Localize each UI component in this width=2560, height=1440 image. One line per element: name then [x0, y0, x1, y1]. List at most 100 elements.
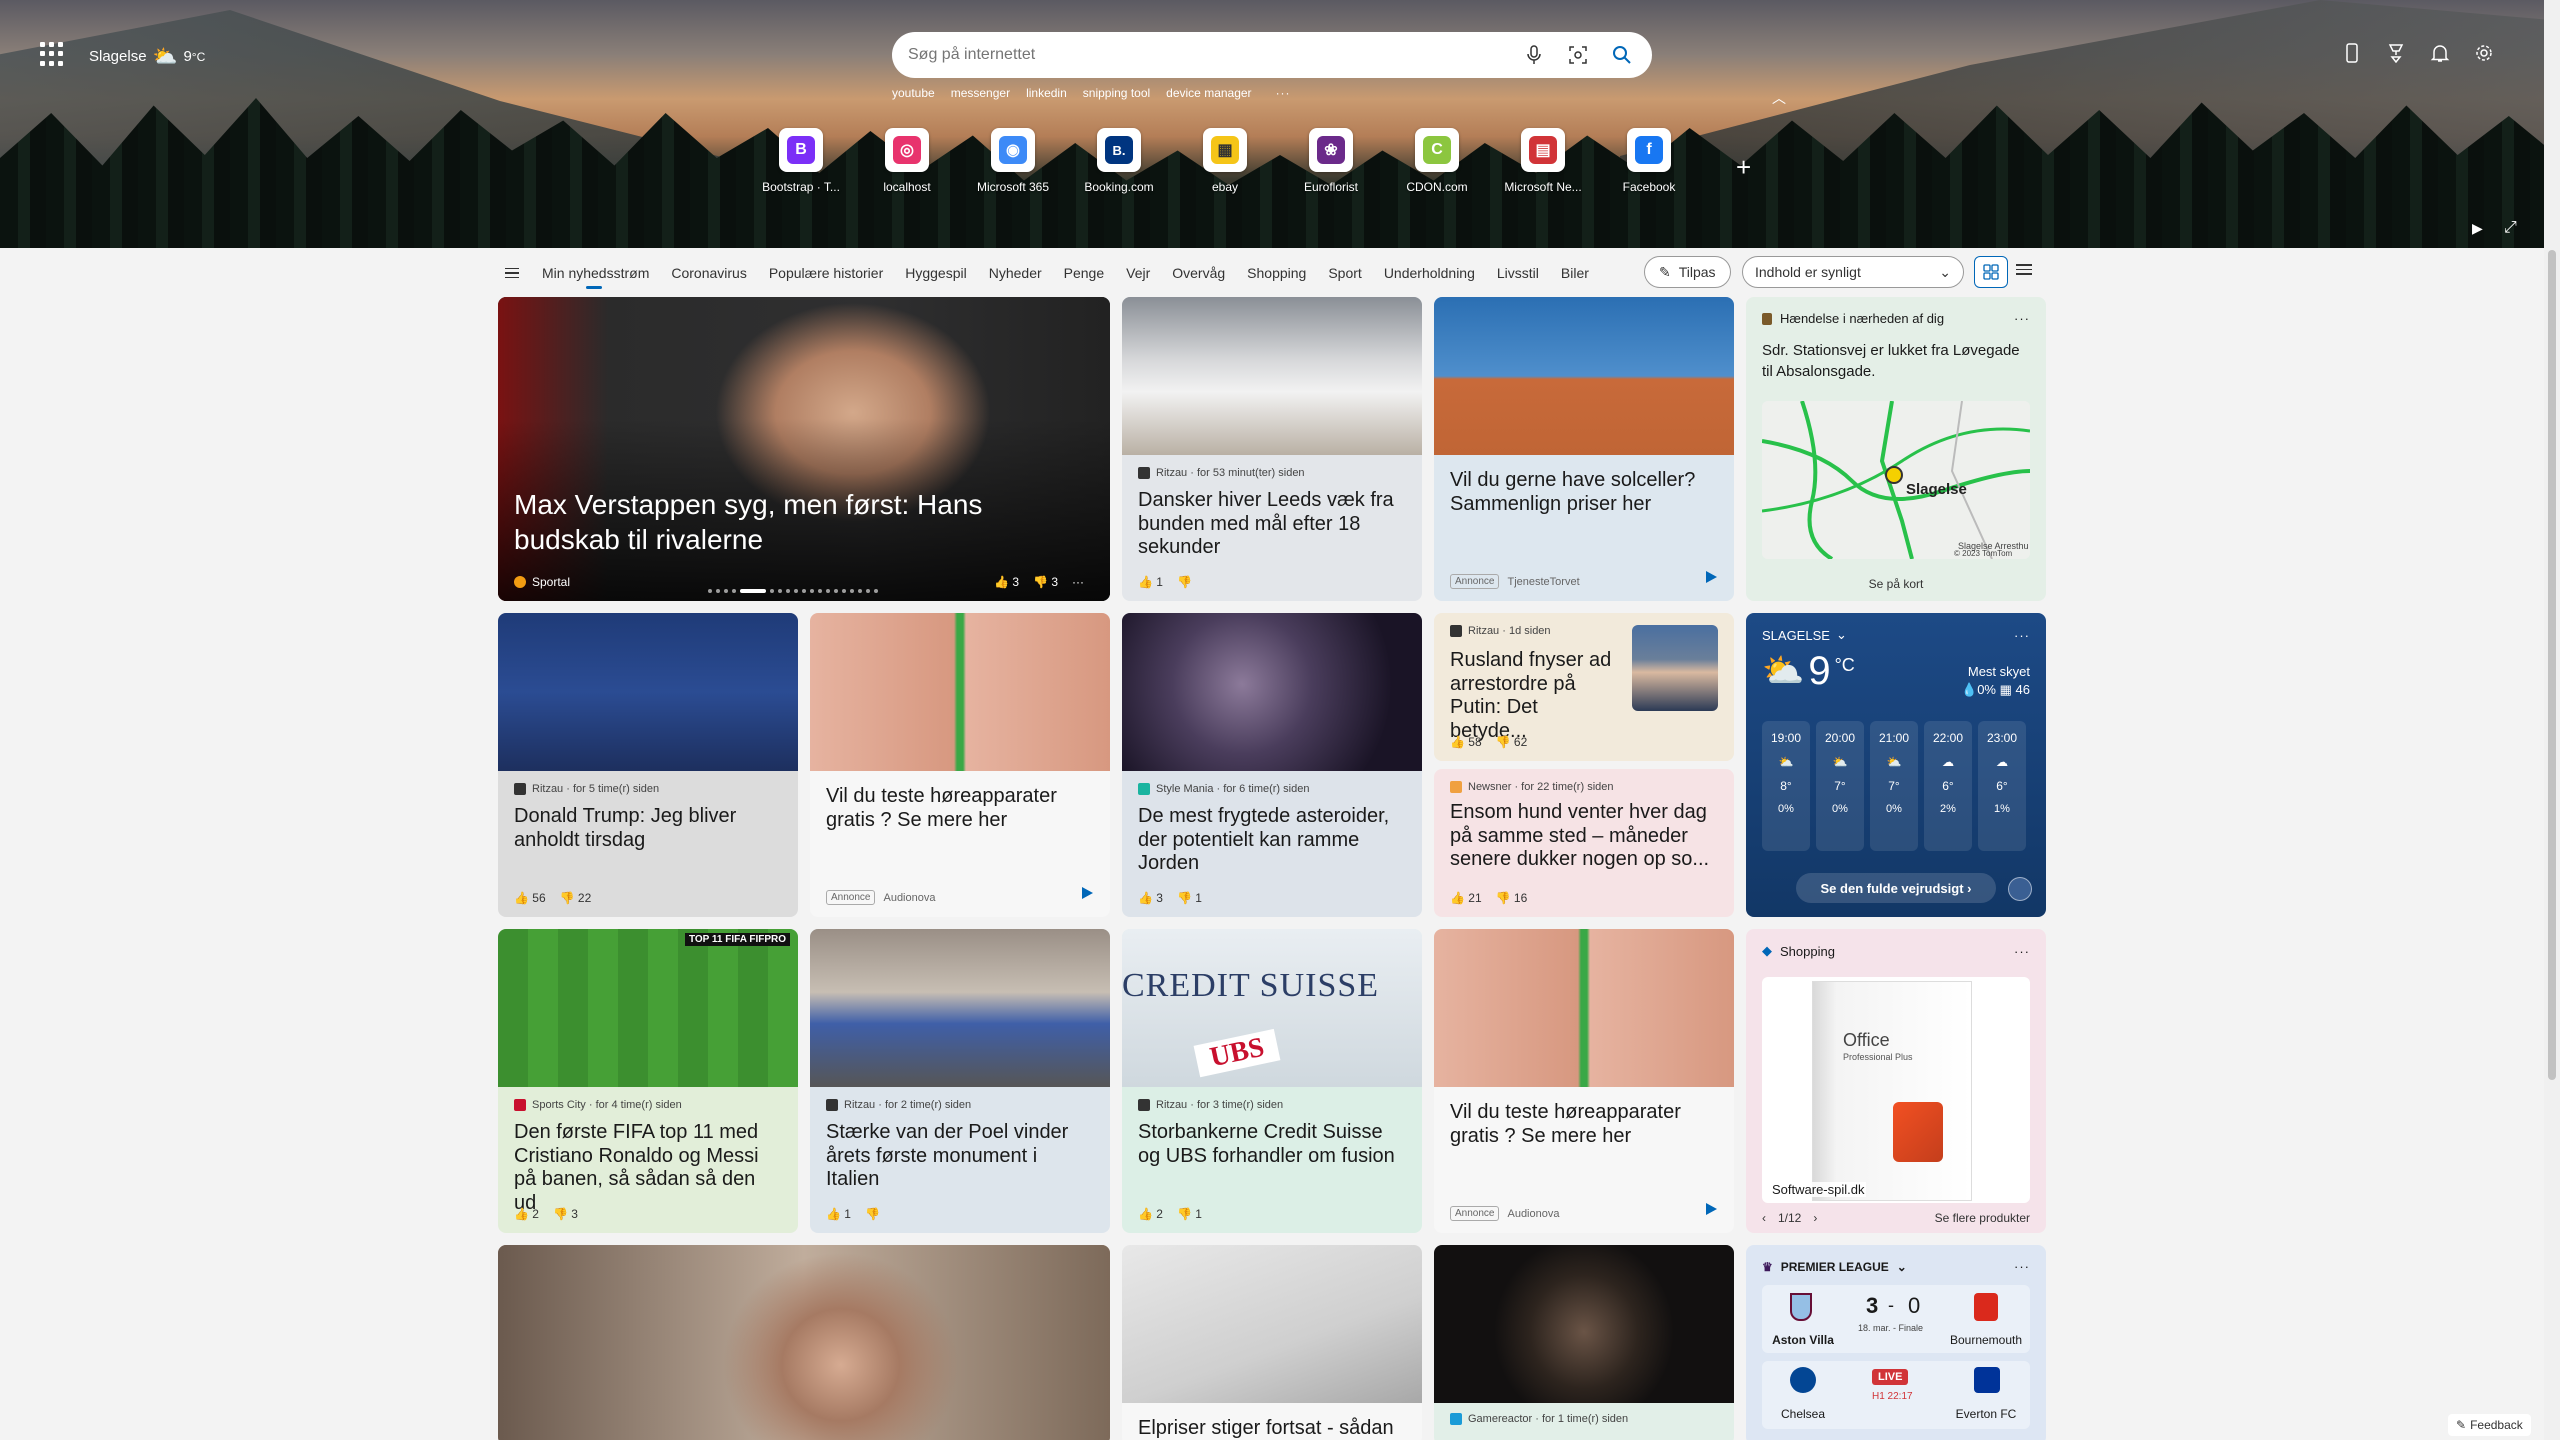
- ad-card-hearing[interactable]: Vil du teste høreapparater gratis ? Se m…: [810, 613, 1110, 917]
- tab-penge[interactable]: Penge: [1064, 265, 1104, 281]
- page-scrollbar[interactable]: [2544, 0, 2560, 1440]
- ad-choices-icon[interactable]: [1080, 886, 1094, 905]
- premier-league-widget[interactable]: ♛ PREMIER LEAGUE ⌄ ··· Aston Villa 3 - 0 1…: [1746, 1245, 2046, 1440]
- chevron-up-icon[interactable]: ︿: [1772, 88, 1786, 108]
- hourly-item[interactable]: 19:00 ⛅ 8° 0%: [1762, 721, 1810, 851]
- more-options-button[interactable]: ···: [2014, 944, 2030, 959]
- dislike-button[interactable]: 👎 16: [1496, 891, 1528, 905]
- dislike-button[interactable]: 👎 62: [1496, 735, 1528, 749]
- top-site-tile[interactable]: ◎ localhost: [854, 128, 960, 194]
- news-card-fifa[interactable]: TOP 11 FIFA FIFPRO Sports City · for 4 t…: [498, 929, 798, 1233]
- bell-icon[interactable]: [2428, 40, 2452, 66]
- more-options-button[interactable]: ···: [2014, 628, 2030, 643]
- weather-avatar-icon[interactable]: [2008, 877, 2032, 901]
- play-icon[interactable]: ▶: [2472, 220, 2483, 237]
- phone-icon[interactable]: [2340, 40, 2364, 66]
- tab-hyggespil[interactable]: Hyggespil: [905, 265, 966, 281]
- news-card-putin[interactable]: Ritzau · 1d siden Rusland fnyser ad arre…: [1434, 613, 1734, 761]
- top-site-tile[interactable]: B. Booking.com: [1066, 128, 1172, 194]
- hero-news-card[interactable]: Max Verstappen syg, men først: Hans buds…: [498, 297, 1110, 601]
- top-site-tile[interactable]: ◉ Microsoft 365: [960, 128, 1066, 194]
- top-site-tile[interactable]: C CDON.com: [1384, 128, 1490, 194]
- more-options-button[interactable]: ···: [2014, 311, 2030, 326]
- search-bar[interactable]: [892, 32, 1652, 78]
- news-card-portrait[interactable]: [498, 1245, 1110, 1440]
- search-icon[interactable]: [1606, 39, 1638, 71]
- like-button[interactable]: 👍 2: [514, 1207, 539, 1221]
- list-view-icon[interactable]: [2016, 264, 2032, 275]
- ad-card-hearing-2[interactable]: Vil du teste høreapparater gratis ? Se m…: [1434, 929, 1734, 1233]
- shopping-widget[interactable]: ◆ Shopping ··· Office Professional Plus S…: [1746, 929, 2046, 1233]
- more-options-button[interactable]: ···: [1072, 575, 1084, 589]
- dislike-button[interactable]: 👎 3: [553, 1207, 578, 1221]
- traffic-map[interactable]: Slagelse Slagelse Arresthu © 2023 TomTom: [1762, 401, 2030, 559]
- feedback-button[interactable]: ✎ Feedback: [2448, 1414, 2531, 1436]
- top-site-tile[interactable]: ▤ Microsoft Ne...: [1490, 128, 1596, 194]
- tab-livsstil[interactable]: Livsstil: [1497, 265, 1539, 281]
- top-site-tile[interactable]: ▦ ebay: [1172, 128, 1278, 194]
- rewards-icon[interactable]: [2384, 40, 2408, 66]
- news-card-leeds[interactable]: Ritzau · for 53 minut(ter) siden Dansker…: [1122, 297, 1422, 601]
- top-site-tile[interactable]: B Bootstrap · T...: [748, 128, 854, 194]
- like-button[interactable]: 👍 21: [1450, 891, 1482, 905]
- tab-nyheder[interactable]: Nyheder: [989, 265, 1042, 281]
- app-launcher-button[interactable]: [40, 42, 64, 66]
- add-site-button[interactable]: +: [1736, 152, 1751, 183]
- dislike-button[interactable]: 👎 3: [1033, 575, 1058, 589]
- dislike-button[interactable]: 👎: [865, 1207, 880, 1221]
- more-options-button[interactable]: ···: [2014, 1259, 2030, 1274]
- news-card-asteroid[interactable]: Style Mania · for 6 time(r) siden De mes…: [1122, 613, 1422, 917]
- quick-link[interactable]: messenger: [951, 86, 1010, 100]
- news-card-poel[interactable]: Ritzau · for 2 time(r) siden Stærke van …: [810, 929, 1110, 1233]
- hourly-item[interactable]: 20:00 ⛅ 7° 0%: [1816, 721, 1864, 851]
- news-card-dog[interactable]: Newsner · for 22 time(r) siden Ensom hun…: [1434, 769, 1734, 917]
- dislike-button[interactable]: 👎: [1177, 575, 1192, 589]
- see-on-map-link[interactable]: Se på kort: [1746, 577, 2046, 591]
- tab-coronavirus[interactable]: Coronavirus: [671, 265, 746, 281]
- see-more-products-link[interactable]: Se flere produkter: [1935, 1211, 2030, 1225]
- chevron-down-icon[interactable]: ⌄: [1836, 627, 1847, 643]
- header-weather[interactable]: Slagelse ⛅ 9°C: [89, 44, 205, 69]
- tab-sport[interactable]: Sport: [1328, 265, 1361, 281]
- like-button[interactable]: 👍 1: [826, 1207, 851, 1221]
- carousel-dots[interactable]: [708, 589, 878, 593]
- gear-icon[interactable]: [2472, 40, 2496, 66]
- dislike-button[interactable]: 👎 22: [560, 891, 592, 905]
- grid-view-button[interactable]: [1974, 256, 2008, 288]
- news-card-creditsuisse[interactable]: CREDIT SUISSE UBS Ritzau · for 3 time(r)…: [1122, 929, 1422, 1233]
- chevron-down-icon[interactable]: ⌄: [1897, 1260, 1907, 1274]
- news-card-trump[interactable]: Ritzau · for 5 time(r) siden Donald Trum…: [498, 613, 798, 917]
- hourly-item[interactable]: 22:00 ☁ 6° 2%: [1924, 721, 1972, 851]
- full-forecast-button[interactable]: Se den fulde vejrudsigt ›: [1796, 873, 1996, 903]
- content-visibility-select[interactable]: Indhold er synligt ⌄: [1742, 256, 1964, 288]
- like-button[interactable]: 👍 2: [1138, 1207, 1163, 1221]
- tab-min-nyhedsstroem[interactable]: Min nyhedsstrøm: [542, 265, 649, 289]
- scrollbar-thumb[interactable]: [2548, 250, 2556, 1080]
- dislike-button[interactable]: 👎 1: [1177, 891, 1202, 905]
- news-card-game[interactable]: Gamereactor · for 1 time(r) siden: [1434, 1245, 1734, 1440]
- menu-icon[interactable]: [498, 267, 526, 279]
- tab-underholdning[interactable]: Underholdning: [1384, 265, 1475, 281]
- tab-populaere[interactable]: Populære historier: [769, 265, 883, 281]
- quick-link[interactable]: snipping tool: [1083, 86, 1150, 100]
- like-button[interactable]: 👍 3: [994, 575, 1019, 589]
- ad-choices-icon[interactable]: [1704, 1202, 1718, 1221]
- tab-overvaag[interactable]: Overvåg: [1172, 265, 1225, 281]
- ad-card-solar[interactable]: Vil du gerne have solceller? Sammenlign …: [1434, 297, 1734, 601]
- product-card[interactable]: Office Professional Plus Software-spil.d…: [1762, 977, 2030, 1203]
- like-button[interactable]: 👍 1: [1138, 575, 1163, 589]
- visual-search-icon[interactable]: [1562, 39, 1594, 71]
- top-site-tile[interactable]: ❀ Euroflorist: [1278, 128, 1384, 194]
- traffic-widget[interactable]: Hændelse i nærheden af dig ··· Sdr. Stat…: [1746, 297, 2046, 601]
- dislike-button[interactable]: 👎 1: [1177, 1207, 1202, 1221]
- weather-widget[interactable]: SLAGELSE ⌄ ··· ⛅ 9 °C Mest skyet 💧0% ▦ 46…: [1746, 613, 2046, 917]
- hourly-item[interactable]: 21:00 ⛅ 7° 0%: [1870, 721, 1918, 851]
- tab-vejr[interactable]: Vejr: [1126, 265, 1150, 281]
- chevron-left-icon[interactable]: ‹: [1762, 1211, 1766, 1225]
- tab-biler[interactable]: Biler: [1561, 265, 1589, 281]
- ad-choices-icon[interactable]: [1704, 570, 1718, 589]
- like-button[interactable]: 👍 58: [1450, 735, 1482, 749]
- customize-button[interactable]: ✎ Tilpas: [1644, 256, 1731, 288]
- microphone-icon[interactable]: [1518, 39, 1550, 71]
- match-row[interactable]: Aston Villa 3 - 0 18. mar. - Finale Bour…: [1762, 1285, 2030, 1353]
